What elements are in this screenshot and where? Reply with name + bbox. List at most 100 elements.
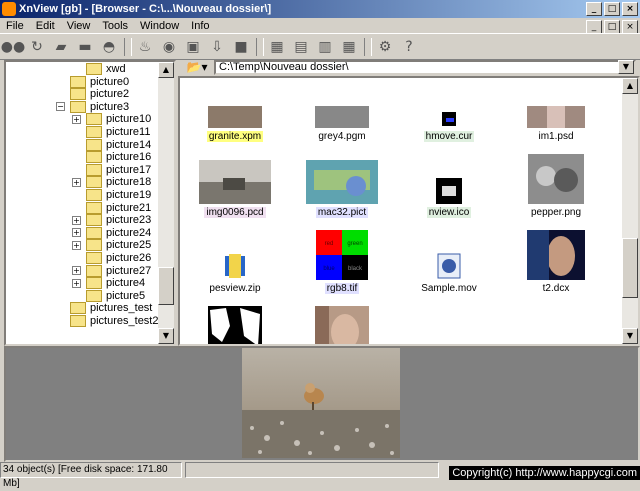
toolbar: ●● ↻ ▰ ▬ ◓ ♨ ◉ ▣ ⇩ ■ ▦ ▤ ▥ ▦ ⚙? — [0, 33, 640, 60]
menu-info[interactable]: Info — [185, 20, 215, 32]
menu-edit[interactable]: Edit — [30, 20, 61, 32]
scroll-up-arrow-icon[interactable]: ▲ — [158, 62, 174, 78]
tree-item[interactable]: + picture10 — [72, 113, 151, 126]
tree-item[interactable]: picture16 — [72, 151, 151, 164]
collapse-minus-icon[interactable]: − — [56, 102, 65, 112]
menu-file[interactable]: File — [0, 20, 30, 32]
thumbnail-image[interactable] — [315, 306, 369, 346]
thumbnail-image[interactable] — [527, 230, 585, 280]
tree-item[interactable]: + picture25 — [72, 239, 151, 252]
slideshow-icon[interactable]: ▣ — [182, 36, 204, 58]
expand-plus-icon[interactable]: + — [72, 177, 81, 187]
xnview-app-icon[interactable] — [2, 2, 16, 16]
tree-item[interactable]: picture14 — [72, 138, 152, 151]
tree-item[interactable]: + picture18 — [72, 176, 151, 189]
tree-item[interactable]: pictures_test — [56, 302, 152, 315]
back-icon[interactable]: ●● — [1, 36, 25, 58]
rgb-quadrant-label: black — [348, 266, 363, 272]
tree-item[interactable]: picture26 — [72, 252, 151, 264]
tree-item[interactable]: pictures_test2 — [56, 315, 158, 327]
tree-item[interactable]: picture2 — [56, 88, 129, 101]
browser-scroll-up-arrow-icon[interactable]: ▲ — [622, 78, 638, 94]
thumbnail-item[interactable]: testimg.ppm — [292, 290, 392, 346]
view-thumbs-icon[interactable]: ▦ — [266, 36, 288, 58]
status-objects: 34 object(s) [Free disk space: 171.80 Mb… — [0, 462, 182, 489]
print-icon[interactable]: ▬ — [74, 36, 96, 58]
tree-item[interactable]: picture0 — [56, 75, 130, 88]
folder-tree[interactable]: ▲ ▼ xwd picture0 picture2 − picture3 + picture… — [4, 60, 176, 346]
child-restore-button[interactable]: □ — [604, 20, 620, 34]
stop-icon[interactable]: ■ — [230, 36, 252, 58]
browser-scrollbar[interactable]: ▲ ▼ — [622, 78, 638, 344]
browser-scroll-thumb[interactable] — [622, 238, 638, 298]
tree-item[interactable]: picture21 — [72, 201, 151, 214]
thumbnail-item[interactable]: t2.xbm — [185, 290, 285, 346]
scanner-icon[interactable]: ◓ — [98, 36, 120, 58]
tree-item[interactable]: picture11 — [72, 126, 150, 138]
tree-item-label: picture0 — [90, 75, 130, 88]
tree-item[interactable]: − picture3 — [56, 100, 129, 113]
tree-item[interactable]: xwd — [72, 63, 126, 75]
maximize-button[interactable]: □ — [604, 2, 620, 16]
scroll-down-arrow-icon[interactable]: ▼ — [158, 328, 174, 344]
tree-item-label: picture14 — [106, 138, 152, 151]
thumbnail-image[interactable] — [436, 252, 462, 280]
thumbnail-item[interactable]: t2.dcx — [506, 214, 606, 314]
convert-icon[interactable]: ♨ — [134, 36, 156, 58]
refresh-icon[interactable]: ↻ — [26, 36, 48, 58]
help-icon[interactable]: ? — [398, 36, 420, 58]
camera-icon[interactable]: ◉ — [158, 36, 180, 58]
tree-item[interactable]: + picture23 — [72, 214, 151, 227]
menu-tools[interactable]: Tools — [96, 20, 134, 32]
tree-item[interactable]: + picture4 — [72, 277, 145, 290]
expand-plus-icon[interactable]: + — [72, 114, 81, 124]
child-close-button[interactable]: × — [622, 20, 638, 34]
open-folder-dropdown-button[interactable]: 📂▾ — [180, 59, 214, 75]
expand-plus-icon[interactable]: + — [72, 278, 81, 288]
tree-item[interactable]: picture17 — [72, 163, 151, 176]
view-details-icon[interactable]: ▥ — [314, 36, 336, 58]
thumbnail-item[interactable]: Sample.mov — [399, 214, 499, 314]
thumbnail-image[interactable]: red green blue black — [316, 230, 368, 280]
thumbnail-image[interactable] — [208, 106, 262, 128]
thumbnail-image[interactable] — [436, 178, 462, 204]
expand-plus-icon[interactable]: + — [72, 240, 81, 250]
tree-item[interactable]: + picture24 — [72, 226, 151, 239]
child-minimize-button[interactable]: _ — [586, 20, 602, 34]
thumbnail-image[interactable] — [306, 160, 378, 204]
thumbnail-image[interactable] — [199, 160, 271, 204]
capture-icon[interactable]: ⇩ — [206, 36, 228, 58]
tree-scrollbar[interactable]: ▲ ▼ — [158, 62, 174, 344]
thumbnail-image[interactable] — [528, 154, 584, 204]
menu-view[interactable]: View — [61, 20, 97, 32]
tree-item-label: picture27 — [106, 264, 152, 277]
status-pane-2 — [185, 462, 439, 478]
minimize-button[interactable]: _ — [586, 2, 602, 16]
rgb-quadrant-label: blue — [323, 266, 335, 272]
copyright-watermark: Copyright(c) http://www.happycgi.com — [449, 466, 640, 480]
thumbnail-image[interactable] — [436, 106, 462, 128]
thumbnail-image[interactable] — [221, 252, 249, 280]
settings-icon[interactable]: ⚙ — [374, 36, 396, 58]
thumbnail-image[interactable] — [208, 306, 262, 346]
expand-plus-icon[interactable]: + — [72, 228, 81, 238]
browser-scroll-down-arrow-icon[interactable]: ▼ — [622, 328, 638, 344]
expand-plus-icon[interactable]: + — [72, 215, 81, 225]
menu-window[interactable]: Window — [134, 20, 185, 32]
tree-item[interactable]: picture5 — [72, 289, 145, 302]
path-dropdown-arrow-icon[interactable]: ▼ — [618, 60, 634, 74]
path-combobox[interactable]: C:\Temp\Nouveau dossier\ ▼ — [214, 59, 636, 75]
view-grid-icon[interactable]: ▦ — [338, 36, 360, 58]
tree-item[interactable]: picture19 — [72, 189, 151, 201]
open-icon[interactable]: ▰ — [50, 36, 72, 58]
menu-bar: File Edit View Tools Window Info _ □ × — [0, 18, 640, 34]
folder-icon — [70, 75, 86, 88]
thumbnail-browser[interactable]: ▲ ▼ granite.xpm grey4.pgm hmove.cur im1.psd… — [178, 76, 640, 346]
thumbnail-image[interactable] — [315, 106, 369, 128]
expand-plus-icon[interactable]: + — [72, 266, 81, 276]
tree-item[interactable]: + picture27 — [72, 264, 152, 277]
view-list-icon[interactable]: ▤ — [290, 36, 312, 58]
thumbnail-image[interactable] — [527, 106, 585, 128]
scroll-thumb[interactable] — [158, 267, 174, 305]
close-button[interactable]: × — [622, 2, 638, 16]
